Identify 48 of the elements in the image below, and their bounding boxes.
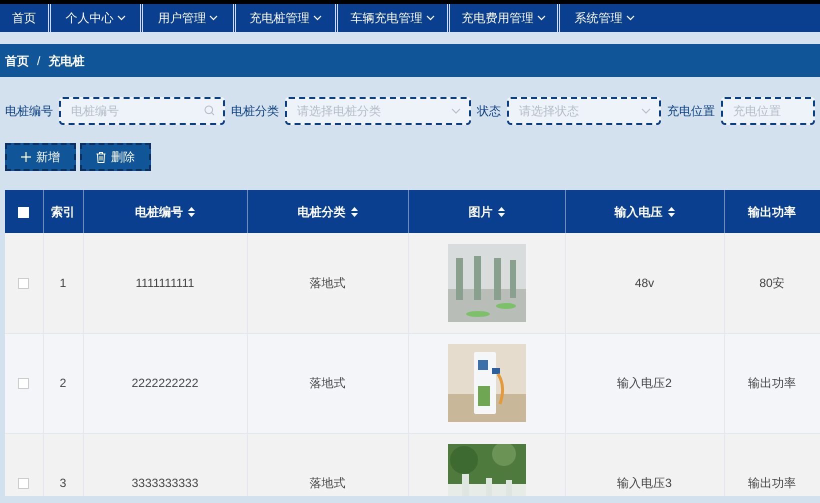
- caret-icon: [641, 108, 651, 114]
- table-cell: 1: [60, 276, 66, 290]
- column-header[interactable]: 索引: [51, 204, 75, 218]
- nav-item[interactable]: 首页: [0, 4, 48, 32]
- breadcrumb-separator: /: [37, 52, 40, 70]
- table-cell: 落地式: [310, 376, 346, 390]
- table-cell: 落地式: [310, 476, 346, 490]
- table-cell: 80安: [759, 276, 785, 290]
- caret-icon: [451, 108, 461, 114]
- sort-icon[interactable]: [498, 206, 504, 216]
- table-cell: 输入电压2: [617, 376, 672, 390]
- select-field[interactable]: 请选择电桩分类: [285, 97, 471, 125]
- search-icon: [204, 105, 215, 116]
- sort-icon[interactable]: [188, 206, 195, 216]
- select-all-checkbox[interactable]: [18, 206, 30, 218]
- sort-icon[interactable]: [350, 206, 358, 216]
- plus-icon: [21, 152, 31, 162]
- table-cell: 输入电压3: [617, 476, 672, 490]
- table-cell: 2: [60, 376, 66, 390]
- column-header[interactable]: 图片: [468, 204, 492, 218]
- filter-label: 电桩分类: [231, 103, 279, 120]
- table-cell: 3333333333: [132, 476, 198, 490]
- input-field[interactable]: 电桩编号: [59, 97, 225, 125]
- delete-button[interactable]: 删除: [80, 143, 151, 171]
- row-checkbox[interactable]: [18, 278, 30, 290]
- table-cell: 输出功率: [748, 376, 796, 390]
- filter-label: 电桩编号: [5, 103, 53, 120]
- sort-icon[interactable]: [668, 206, 674, 216]
- row-checkbox[interactable]: [18, 378, 30, 390]
- table-cell: 输出功率: [748, 476, 796, 490]
- select-field[interactable]: 请选择状态: [507, 97, 661, 125]
- column-header[interactable]: 电桩编号: [135, 204, 183, 218]
- table-cell: 48v: [634, 276, 654, 290]
- trash-icon: [96, 152, 106, 162]
- table-cell: 2222222222: [132, 376, 198, 390]
- table-cell: 落地式: [310, 276, 346, 290]
- breadcrumb-current: 充电桩: [48, 52, 84, 70]
- row-checkbox[interactable]: [18, 478, 30, 490]
- table-cell: 1111111111: [136, 276, 194, 290]
- breadcrumb-link[interactable]: 首页: [5, 52, 29, 70]
- input-field[interactable]: 充电位置: [721, 97, 815, 125]
- add-button[interactable]: 新增: [5, 143, 76, 171]
- column-header[interactable]: 电桩分类: [298, 204, 346, 218]
- filter-label: 状态: [477, 103, 501, 120]
- filter-label: 充电位置: [667, 103, 715, 120]
- table-cell: 3: [60, 476, 66, 490]
- column-header[interactable]: 输出功率: [748, 204, 796, 218]
- column-header[interactable]: 输入电压: [614, 204, 662, 218]
